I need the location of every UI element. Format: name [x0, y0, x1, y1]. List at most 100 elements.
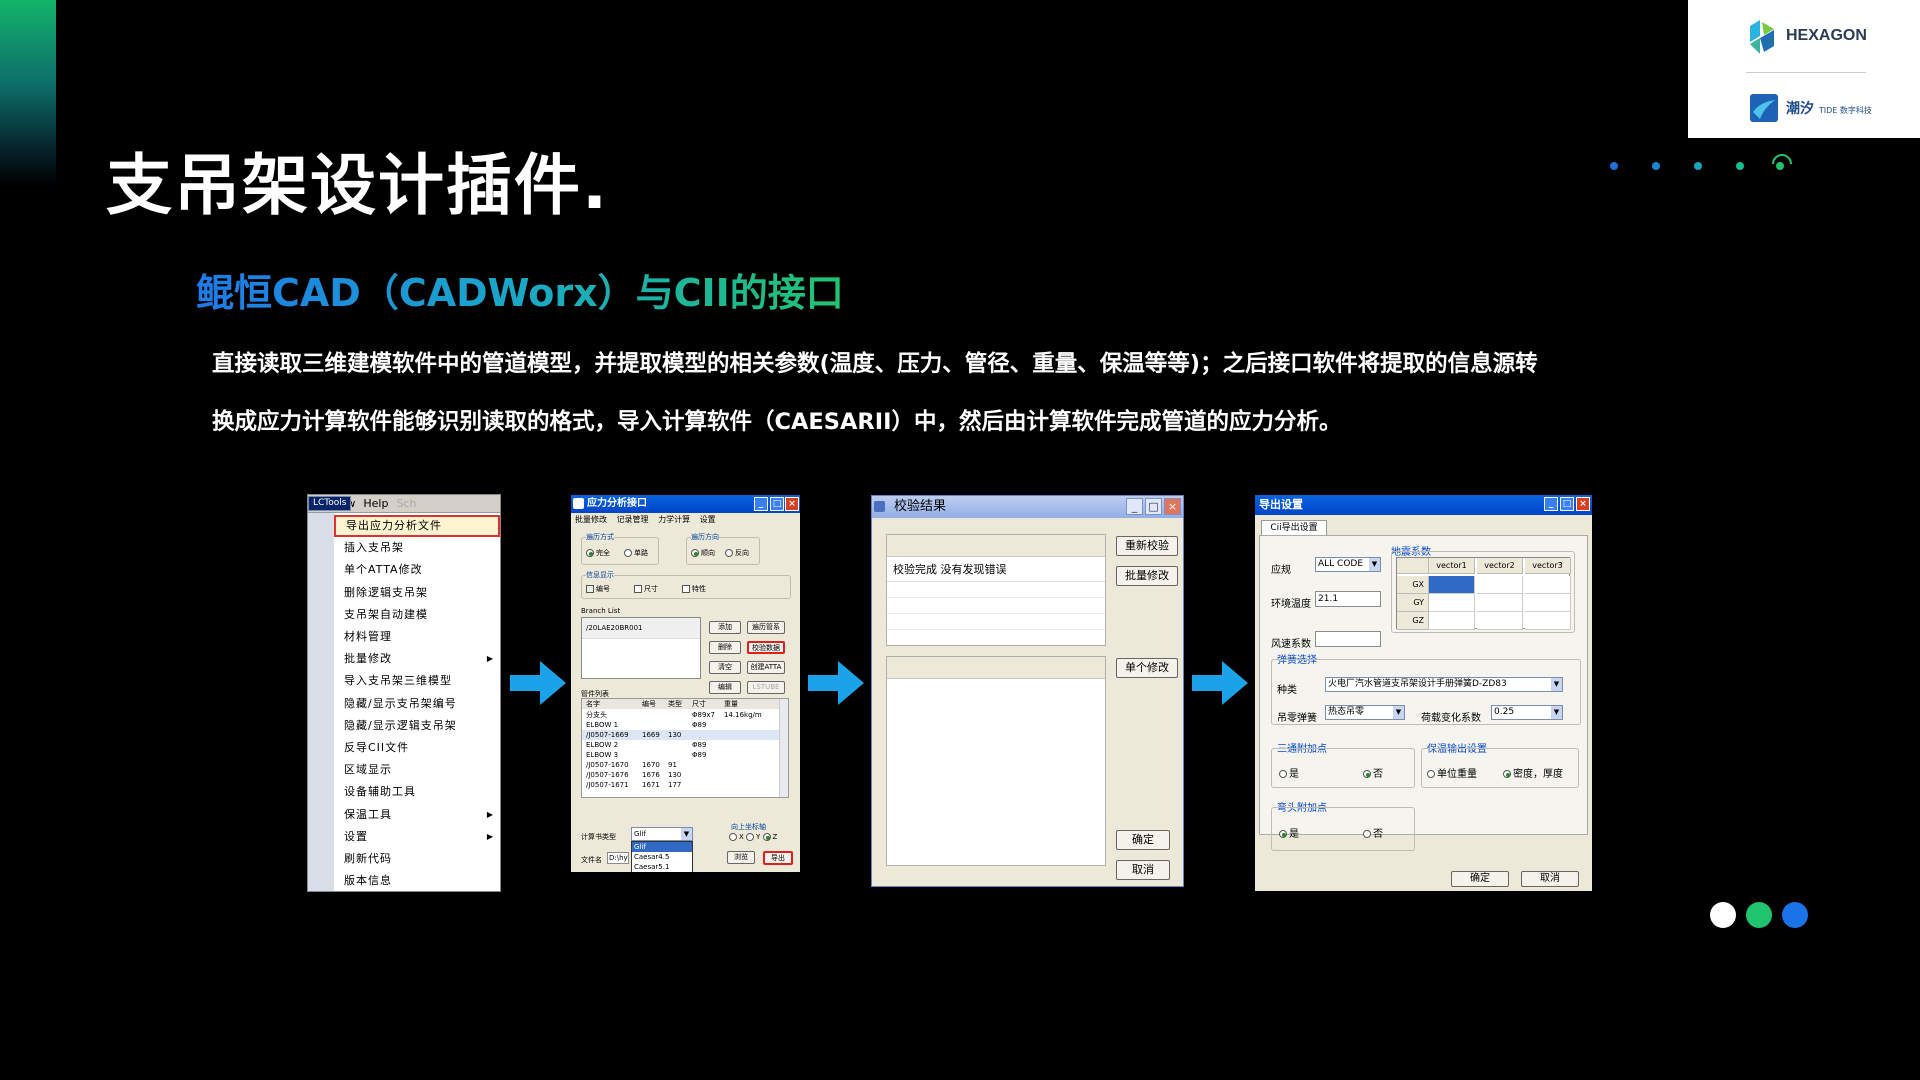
checkbox-property-label: 特性	[692, 585, 706, 593]
table-row[interactable]: /J0507-1676 1676 130	[582, 770, 779, 780]
hanger-select[interactable]: 热态吊零 ▼	[1325, 705, 1405, 720]
calc-type-select[interactable]: Glif ▼	[631, 827, 693, 841]
scrollbar[interactable]	[779, 699, 788, 797]
recheck-button[interactable]: 重新校验	[1116, 536, 1178, 556]
menu-sch[interactable]: Sch	[392, 497, 420, 510]
close-icon[interactable]: ×	[1164, 498, 1181, 515]
ok-button[interactable]: 确定	[1116, 830, 1170, 850]
table-row[interactable]: /J0507-1670 1670 91	[582, 760, 779, 770]
create-atta-button[interactable]: 创建ATTA	[747, 661, 785, 674]
table-row[interactable]: ELBOW 1 Φ89	[582, 720, 779, 730]
close-icon[interactable]: ×	[785, 497, 799, 511]
maximize-icon[interactable]: □	[1145, 498, 1162, 515]
add-button[interactable]: 添加	[709, 621, 741, 634]
menu-item[interactable]: 支吊架自动建模	[334, 604, 500, 626]
table-cell: Φ89	[692, 741, 707, 749]
spring-type-select[interactable]: 火电厂汽水管道支吊架设计手册弹簧D-ZD83 ▼	[1325, 677, 1563, 692]
calc-type-option[interactable]: Caesar4.5	[632, 852, 692, 862]
menu-item[interactable]: 保温工具 ▶	[334, 804, 500, 826]
seismic-cell[interactable]	[1477, 594, 1523, 612]
seismic-cell[interactable]	[1525, 612, 1571, 630]
browse-button[interactable]: 浏览	[727, 851, 755, 864]
menu-settings[interactable]: 设置	[700, 515, 716, 524]
menu-item[interactable]: 设置 ▶	[334, 826, 500, 848]
menu-item-label: 刷新代码	[344, 852, 392, 865]
minimize-icon[interactable]: _	[754, 497, 768, 511]
clear-button[interactable]: 清空	[709, 661, 741, 674]
minimize-icon[interactable]: _	[1544, 497, 1558, 511]
cancel-button[interactable]: 取消	[1116, 860, 1170, 880]
menu-lctools[interactable]: LCTools	[308, 496, 352, 511]
stress-analysis-dialog: 应力分析接口 _ □ × 批量修改 记录管理 力学计算 设置 遍历方式 完全 单…	[571, 495, 800, 872]
elbow-yes-radio-icon	[1279, 830, 1287, 838]
table-cell: 1671	[642, 781, 660, 789]
menu-item[interactable]: 导出应力分析文件	[334, 515, 500, 537]
menu-batch-edit[interactable]: 批量修改	[575, 515, 607, 524]
seismic-cell[interactable]	[1477, 576, 1523, 594]
menu-item[interactable]: 隐藏/显示逻辑支吊架	[334, 715, 500, 737]
table-row[interactable]: 分支头 Φ89x7 14.16kg/m	[582, 710, 779, 720]
tab-cii-export[interactable]: Cii导出设置	[1261, 520, 1327, 535]
menu-item[interactable]: 导入支吊架三维模型	[334, 670, 500, 692]
detail-list[interactable]	[886, 656, 1106, 866]
component-table[interactable]: 名字 编号 类型 尺寸 重量 分支头 Φ89x7 14.16kg/m ELBOW 1 Φ89/J0…	[581, 698, 789, 798]
seismic-cell[interactable]	[1429, 576, 1475, 594]
calc-type-option[interactable]: Glif	[632, 842, 692, 852]
seismic-cell[interactable]	[1525, 594, 1571, 612]
result-list[interactable]: 校验完成 没有发现错误	[886, 534, 1106, 646]
menu-item[interactable]: 删除逻辑支吊架	[334, 582, 500, 604]
export-cancel-button[interactable]: 取消	[1521, 871, 1579, 887]
validate-data-button[interactable]: 校验数据	[747, 641, 785, 654]
subtitle: 鲲恒CAD（CADWorx）与CII的接口	[196, 262, 844, 317]
batch-edit-button[interactable]: 批量修改	[1116, 566, 1178, 586]
white-dot	[1710, 902, 1736, 928]
table-cell: Φ89	[692, 721, 707, 729]
maximize-icon[interactable]: □	[1560, 497, 1574, 511]
up-axis-radios[interactable]: X Y Z	[729, 833, 777, 841]
menubar: LCTools Window Help Sch	[308, 495, 500, 513]
export-button[interactable]: 导出	[763, 851, 793, 865]
menu-item[interactable]: 版本信息	[334, 870, 500, 891]
menu-item[interactable]: 反导CII文件	[334, 737, 500, 759]
calc-type-option[interactable]: Caesar5.1	[632, 862, 692, 872]
maximize-icon[interactable]: □	[770, 497, 784, 511]
delete-button[interactable]: 删除	[709, 641, 741, 654]
seismic-cell[interactable]	[1429, 594, 1475, 612]
wind-input[interactable]	[1315, 631, 1381, 647]
single-edit-button[interactable]: 单个修改	[1116, 658, 1178, 678]
menu-item[interactable]: 隐藏/显示支吊架编号	[334, 693, 500, 715]
menu-item[interactable]: 设备辅助工具	[334, 781, 500, 803]
radio-single-label: 单路	[634, 549, 648, 557]
traverse-pipe-button[interactable]: 遍历管系	[747, 621, 785, 634]
seismic-grid[interactable]: vector1 vector2 vector3 GX GY GZ	[1396, 557, 1571, 630]
load-factor-select[interactable]: 0.25 ▼	[1491, 705, 1563, 720]
menu-records[interactable]: 记录管理	[617, 515, 649, 524]
seismic-cell[interactable]	[1429, 612, 1475, 630]
table-row[interactable]: ELBOW 2 Φ89	[582, 740, 779, 750]
file-name-input[interactable]: D:\hy\	[607, 852, 629, 864]
lstube-button[interactable]: LSTUBE	[747, 681, 785, 694]
table-row[interactable]: /J0507-1671 1671 177	[582, 780, 779, 790]
menu-item[interactable]: 批量修改 ▶	[334, 648, 500, 670]
calc-type-dropdown[interactable]: GlifCaesar4.5Caesar5.1Caesar5.3Caesar7.0	[631, 841, 693, 872]
close-icon[interactable]: ×	[1576, 497, 1590, 511]
seismic-cell[interactable]	[1525, 576, 1571, 594]
branch-list[interactable]: /20LAE20BR001	[581, 617, 701, 679]
edit-button[interactable]: 编辑	[709, 681, 741, 694]
code-select[interactable]: ALL CODE ▼	[1315, 557, 1381, 572]
table-cell: ELBOW 2	[586, 741, 619, 749]
menu-item[interactable]: 材料管理	[334, 626, 500, 648]
branch-list-item[interactable]: /20LAE20BR001	[582, 618, 700, 639]
menu-item[interactable]: 插入支吊架	[334, 537, 500, 559]
minimize-icon[interactable]: _	[1126, 498, 1143, 515]
temperature-input[interactable]: 21.1	[1315, 591, 1381, 607]
menu-item[interactable]: 刷新代码	[334, 848, 500, 870]
table-row[interactable]: ELBOW 3 Φ89	[582, 750, 779, 760]
menu-help[interactable]: Help	[359, 497, 392, 510]
export-ok-button[interactable]: 确定	[1451, 871, 1509, 887]
menu-item[interactable]: 区域显示	[334, 759, 500, 781]
menu-item[interactable]: 单个ATTA修改	[334, 559, 500, 581]
table-row[interactable]: /J0507-1669 1669 130	[582, 730, 779, 740]
seismic-cell[interactable]	[1477, 612, 1523, 630]
menu-mechanics[interactable]: 力学计算	[658, 515, 690, 524]
